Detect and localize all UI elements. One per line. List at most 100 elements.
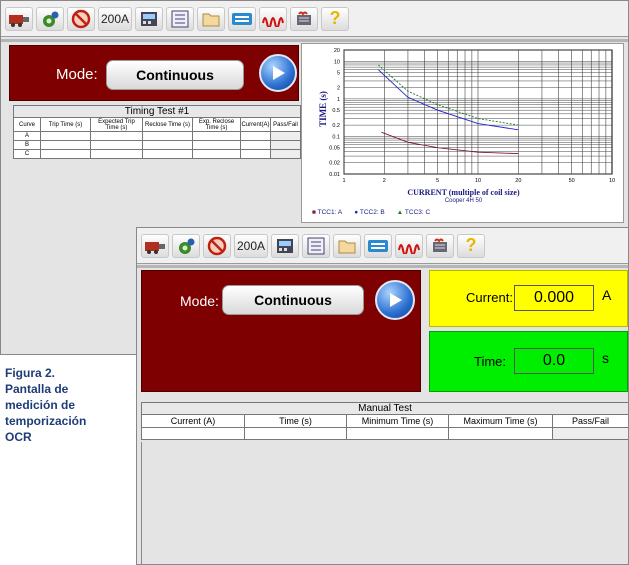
col-pass-fail: Pass/Fail — [552, 414, 628, 428]
settings-gear-icon — [179, 238, 195, 254]
heater-button[interactable] — [426, 233, 454, 258]
x-tick-label: 5 — [436, 178, 439, 184]
waveform-button[interactable] — [395, 233, 423, 258]
y-tick-label: 1 — [337, 97, 340, 103]
x-tick-label: 20 — [515, 178, 521, 184]
legend-item-tcc1: ■ TCC1: A — [312, 209, 343, 216]
col-trip-time: Trip Time (s) — [40, 117, 91, 132]
y-tick-label: 0.5 — [332, 108, 340, 114]
mode-selector[interactable]: Continuous — [222, 285, 364, 315]
time-value-field[interactable]: 0.0 — [514, 348, 594, 374]
meter-button[interactable] — [271, 233, 299, 258]
amp-200-button[interactable]: 200A — [98, 6, 132, 31]
mode-panel: Mode: Continuous — [9, 45, 299, 101]
legend-item-tcc3: ▲ TCC3: C — [396, 209, 431, 216]
y-tick-label: 0.01 — [329, 172, 340, 178]
current-value-field[interactable]: 0.000 — [514, 285, 594, 311]
amp-200-button[interactable]: 200A — [234, 233, 268, 258]
waveform-button[interactable] — [259, 6, 287, 31]
row-label: C — [13, 149, 41, 159]
current-unit: A — [602, 287, 612, 303]
settings-button[interactable] — [172, 233, 200, 258]
mode-label: Mode: — [56, 66, 98, 83]
y-tick-label: 0.02 — [329, 161, 340, 167]
waveform-icon — [398, 243, 420, 254]
y-tick-label: 10 — [334, 59, 340, 65]
help-icon: ? — [465, 235, 477, 255]
col-exp-reclose-time: Exp. Reclose Time (s) — [192, 117, 241, 132]
toolbar-divider — [1, 39, 628, 42]
caption-line: temporización — [5, 414, 87, 428]
current-panel: Current: 0.000 A — [429, 270, 628, 327]
prohibit-button[interactable] — [203, 233, 231, 258]
col-minimum-time: Minimum Time (s) — [346, 414, 449, 428]
folder-button[interactable] — [197, 6, 225, 31]
caption-line: medición de — [5, 398, 76, 412]
folder-button[interactable] — [333, 233, 361, 258]
y-tick-label: 0.05 — [329, 146, 340, 152]
help-button[interactable]: ? — [457, 233, 485, 258]
x-tick-label: 1 — [342, 178, 345, 184]
help-button[interactable]: ? — [321, 6, 349, 31]
heater-icon — [297, 11, 311, 25]
keyboard-panel-icon — [368, 239, 388, 252]
relay-test-button[interactable] — [141, 233, 169, 258]
keyboard-panel-button[interactable] — [364, 233, 392, 258]
meter-icon — [141, 11, 157, 26]
list-button[interactable] — [166, 6, 194, 31]
play-icon — [390, 293, 402, 307]
caption-line: OCR — [5, 430, 32, 444]
col-maximum-time: Maximum Time (s) — [448, 414, 553, 428]
table-row[interactable]: C — [13, 149, 301, 159]
heater-icon — [433, 238, 447, 252]
col-pass-fail: Pass/Fail — [270, 117, 301, 132]
legend-item-tcc2: ● TCC2: B — [354, 209, 385, 216]
table-row[interactable] — [141, 427, 628, 440]
y-tick-label: 2 — [337, 86, 340, 92]
tcc-chart-svg: 20105210.50.20.10.050.020.011 2 5 10 20 50 10 — [329, 48, 615, 184]
folder-icon — [202, 13, 220, 26]
document-list-icon — [171, 10, 189, 27]
start-button[interactable] — [375, 280, 415, 320]
timing-test-table: Timing Test #1 Curve Trip Time (s) Expec… — [13, 105, 301, 159]
tcc-chart: 20 10 5 2 1 0.5 0.2 0.1 0.05 0.02 0.01 1 2 5 10 20 50 10 … — [301, 43, 624, 223]
keyboard-panel-button[interactable] — [228, 6, 256, 31]
toolbar: 200A ? — [137, 228, 628, 264]
figure-caption: Figura 2. Pantalla de medición de tempor… — [5, 365, 135, 445]
folder-icon — [338, 240, 356, 253]
y-tick-label: 0.1 — [332, 134, 340, 140]
manual-test-window: 200A ? Mode: Continuous Current: 0.000 A… — [136, 227, 629, 565]
document-list-icon — [307, 237, 325, 254]
start-button[interactable] — [259, 54, 297, 92]
x-tick-label: 2 — [383, 178, 386, 184]
meter-button[interactable] — [135, 6, 163, 31]
table-row[interactable]: A — [13, 131, 301, 141]
mode-panel: Mode: Continuous — [141, 270, 421, 392]
col-curve: Curve — [13, 117, 41, 132]
waveform-icon — [262, 16, 284, 27]
chart-legend: ■ TCC1: A ● TCC2: B ▲ TCC3: C — [312, 209, 430, 216]
prohibit-icon — [71, 9, 91, 28]
manual-test-table: Manual Test Current (A) Time (s) Minimum… — [141, 402, 628, 440]
caption-line: Figura 2. — [5, 366, 56, 380]
settings-button[interactable] — [36, 6, 64, 31]
col-expected-trip-time: Expected Trip Time (s) — [90, 117, 143, 132]
col-current: Current (A) — [141, 414, 245, 428]
play-icon — [273, 66, 285, 80]
chart-subtitle: Cooper 4H 50 — [444, 198, 483, 204]
toolbar-divider — [137, 265, 628, 268]
y-tick-label: 5 — [337, 71, 340, 77]
x-tick-label: 10 — [475, 178, 481, 184]
row-label: A — [13, 131, 41, 141]
time-unit: s — [602, 350, 609, 366]
mode-selector[interactable]: Continuous — [106, 60, 244, 90]
relay-test-button[interactable] — [5, 6, 33, 31]
heater-button[interactable] — [290, 6, 318, 31]
row-label: B — [13, 140, 41, 150]
time-panel: Time: 0.0 s — [429, 331, 628, 392]
table-row[interactable]: B — [13, 140, 301, 150]
settings-gear-icon — [43, 11, 59, 27]
mode-label: Mode: — [180, 293, 219, 309]
list-button[interactable] — [302, 233, 330, 258]
prohibit-button[interactable] — [67, 6, 95, 31]
